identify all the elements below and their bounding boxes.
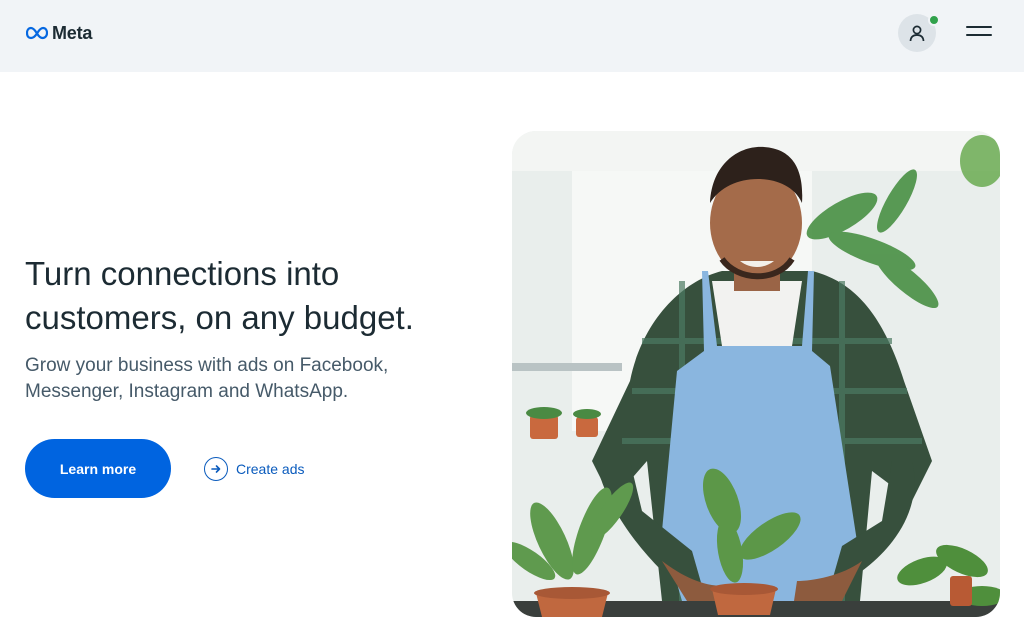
hero-headline: Turn connections into customers, on any … — [25, 255, 414, 336]
top-navigation-bar: Meta — [0, 0, 1024, 72]
menu-line-icon — [966, 26, 992, 28]
meta-infinity-logo-icon — [26, 26, 48, 40]
create-ads-label: Create ads — [236, 461, 305, 477]
online-status-dot — [928, 14, 940, 26]
hero-photo-illustration — [512, 131, 1000, 617]
meta-logo-link[interactable]: Meta — [26, 22, 92, 44]
learn-more-button[interactable]: Learn more — [25, 439, 171, 498]
user-icon — [909, 25, 925, 42]
hero-image — [512, 131, 1000, 617]
hero-subtext: Grow your business with ads on Facebook,… — [25, 355, 389, 402]
create-ads-link[interactable]: Create ads — [204, 456, 304, 482]
brand-name: Meta — [52, 22, 93, 43]
hamburger-menu-button[interactable] — [966, 20, 998, 42]
arrow-right-circle-icon — [204, 457, 228, 481]
menu-line-icon — [966, 34, 992, 36]
